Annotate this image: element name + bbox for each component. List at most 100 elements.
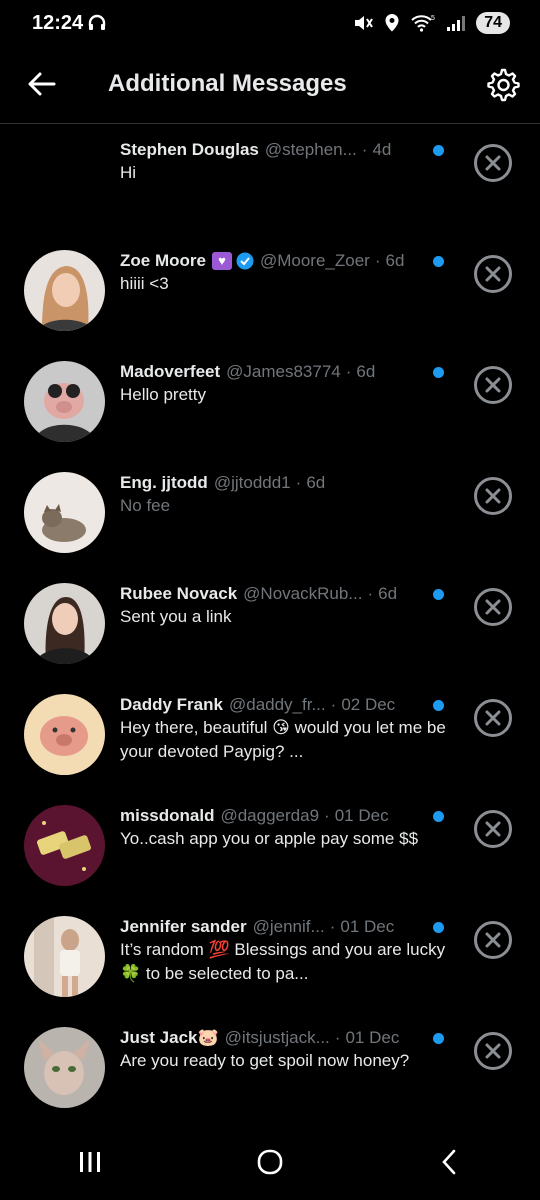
message-preview: Hey there, beautiful 😘 would you let me … — [120, 718, 446, 761]
dismiss-x-icon[interactable] — [473, 254, 513, 294]
dismiss-x-icon[interactable] — [473, 809, 513, 849]
message-row[interactable]: Rubee Novack @NovackRub... · 6d Sent you… — [0, 569, 540, 680]
message-row[interactable]: Eng. jjtodd @jjtoddd1 · 6d No fee — [0, 458, 540, 569]
message-list: Stephen Douglas @stephen... · 4d Hi Zoe — [0, 125, 540, 1124]
message-row[interactable]: Jennifer sander @jennif... · 01 Dec It’s… — [0, 902, 540, 1013]
sender-name: Jennifer sander — [120, 917, 247, 936]
message-row[interactable]: Just Jack🐷 @itsjustjack... · 01 Dec Are … — [0, 1013, 540, 1124]
verified-badge-icon — [236, 252, 254, 270]
dismiss-x-icon[interactable] — [473, 365, 513, 405]
message-content: Zoe Moore ♥ @Moore_Zoer · 6d hiiii <3 — [120, 250, 450, 296]
message-preview: Hi — [120, 163, 137, 182]
sender-handle: @jennif... — [252, 917, 325, 936]
sender-handle: @daggerda9 — [220, 806, 320, 825]
sender-name: Just Jack🐷 — [120, 1028, 219, 1047]
message-preview: Sent you a link — [120, 607, 232, 626]
message-preview: hiiii <3 — [120, 274, 169, 293]
unread-dot — [433, 1033, 444, 1044]
separator: · — [367, 584, 374, 603]
chevron-left-icon — [442, 1149, 456, 1175]
separator: · — [334, 1028, 341, 1047]
separator: · — [361, 140, 368, 159]
mute-icon — [355, 16, 374, 30]
system-back-button[interactable] — [420, 1142, 480, 1182]
avatar[interactable] — [24, 250, 105, 331]
unread-dot — [433, 367, 444, 378]
avatar[interactable] — [24, 1027, 105, 1108]
message-time: 02 Dec — [341, 695, 396, 714]
sender-name: Zoe Moore — [120, 251, 206, 270]
message-preview: Yo..cash app you or apple pay some $$ — [120, 829, 419, 848]
avatar[interactable] — [24, 583, 105, 664]
message-row[interactable]: Daddy Frank @daddy_fr... · 02 Dec Hey th… — [0, 680, 540, 791]
sender-name: Daddy Frank — [120, 695, 223, 714]
sender-name: Stephen Douglas — [120, 140, 259, 159]
home-button[interactable] — [240, 1142, 300, 1182]
recent-apps-icon — [80, 1152, 100, 1172]
heart-badge-icon: ♥ — [211, 252, 232, 270]
unread-dot — [433, 700, 444, 711]
message-row[interactable]: Stephen Douglas @stephen... · 4d Hi — [0, 125, 540, 236]
recent-apps-button[interactable] — [60, 1142, 120, 1182]
separator: · — [330, 695, 337, 714]
svg-text:5: 5 — [431, 15, 435, 22]
system-nav-bar — [0, 1124, 540, 1200]
message-time: 6d — [306, 473, 326, 492]
wifi-icon: 5 — [411, 15, 435, 32]
message-time: 01 Dec — [345, 1028, 400, 1047]
sender-name: Eng. jjtodd — [120, 473, 208, 492]
sender-handle: @James83774 — [226, 362, 341, 381]
message-time: 01 Dec — [334, 806, 389, 825]
unread-dot — [433, 922, 444, 933]
status-time: 12:24 — [32, 12, 84, 34]
message-row[interactable]: Madoverfeet @James83774 · 6d Hello prett… — [0, 347, 540, 458]
back-arrow-icon[interactable] — [26, 68, 58, 100]
separator: · — [374, 251, 381, 270]
message-row[interactable]: Zoe Moore ♥ @Moore_Zoer · 6d hiiii <3 — [0, 236, 540, 347]
sender-handle: @stephen... — [264, 140, 357, 159]
settings-gear-icon[interactable] — [484, 67, 520, 103]
message-preview: No fee — [120, 496, 171, 515]
sender-handle: @NovackRub... — [243, 584, 363, 603]
separator: · — [329, 917, 336, 936]
message-row[interactable]: missdonald @daggerda9 · 01 Dec Yo..cash … — [0, 791, 540, 902]
avatar[interactable] — [24, 472, 105, 553]
dismiss-x-icon[interactable] — [473, 698, 513, 738]
message-time: 6d — [356, 362, 376, 381]
dismiss-x-icon[interactable] — [473, 587, 513, 627]
message-content: Jennifer sander @jennif... · 01 Dec It’s… — [120, 916, 450, 986]
message-preview: Are you ready to get spoil now honey? — [120, 1051, 410, 1070]
battery-indicator: 74 — [476, 12, 510, 34]
sender-name: Rubee Novack — [120, 584, 238, 603]
message-time: 6d — [378, 584, 398, 603]
separator: · — [324, 806, 330, 825]
sender-handle: @itsjustjack... — [224, 1028, 330, 1047]
sender-name: missdonald — [120, 806, 215, 825]
avatar[interactable] — [24, 916, 105, 997]
message-content: missdonald @daggerda9 · 01 Dec Yo..cash … — [120, 805, 450, 851]
dismiss-x-icon[interactable] — [473, 476, 513, 516]
unread-dot — [433, 811, 444, 822]
dismiss-x-icon[interactable] — [473, 920, 513, 960]
message-content: Madoverfeet @James83774 · 6d Hello prett… — [120, 361, 450, 407]
message-content: Stephen Douglas @stephen... · 4d Hi — [120, 139, 450, 185]
status-icons: 5 74 — [352, 12, 510, 34]
sender-name: Madoverfeet — [120, 362, 221, 381]
message-preview: It’s random 💯 Blessings and you are luck… — [120, 940, 446, 983]
sender-handle: @Moore_Zoer — [259, 251, 370, 270]
dismiss-x-icon[interactable] — [473, 143, 513, 183]
home-icon — [257, 1149, 283, 1175]
avatar[interactable] — [24, 805, 105, 886]
unread-dot — [433, 589, 444, 600]
headphone-icon — [88, 14, 106, 30]
message-preview: Hello pretty — [120, 385, 206, 404]
message-content: Just Jack🐷 @itsjustjack... · 01 Dec Are … — [120, 1027, 450, 1073]
sender-handle: @daddy_fr... — [228, 695, 326, 714]
avatar[interactable] — [24, 694, 105, 775]
status-bar: 12:24 5 74 — [0, 0, 540, 50]
page-title: Additional Messages — [108, 70, 347, 97]
message-content: Daddy Frank @daddy_fr... · 02 Dec Hey th… — [120, 694, 450, 764]
dismiss-x-icon[interactable] — [473, 1031, 513, 1071]
avatar[interactable] — [24, 361, 105, 442]
message-content: Eng. jjtodd @jjtoddd1 · 6d No fee — [120, 472, 450, 518]
